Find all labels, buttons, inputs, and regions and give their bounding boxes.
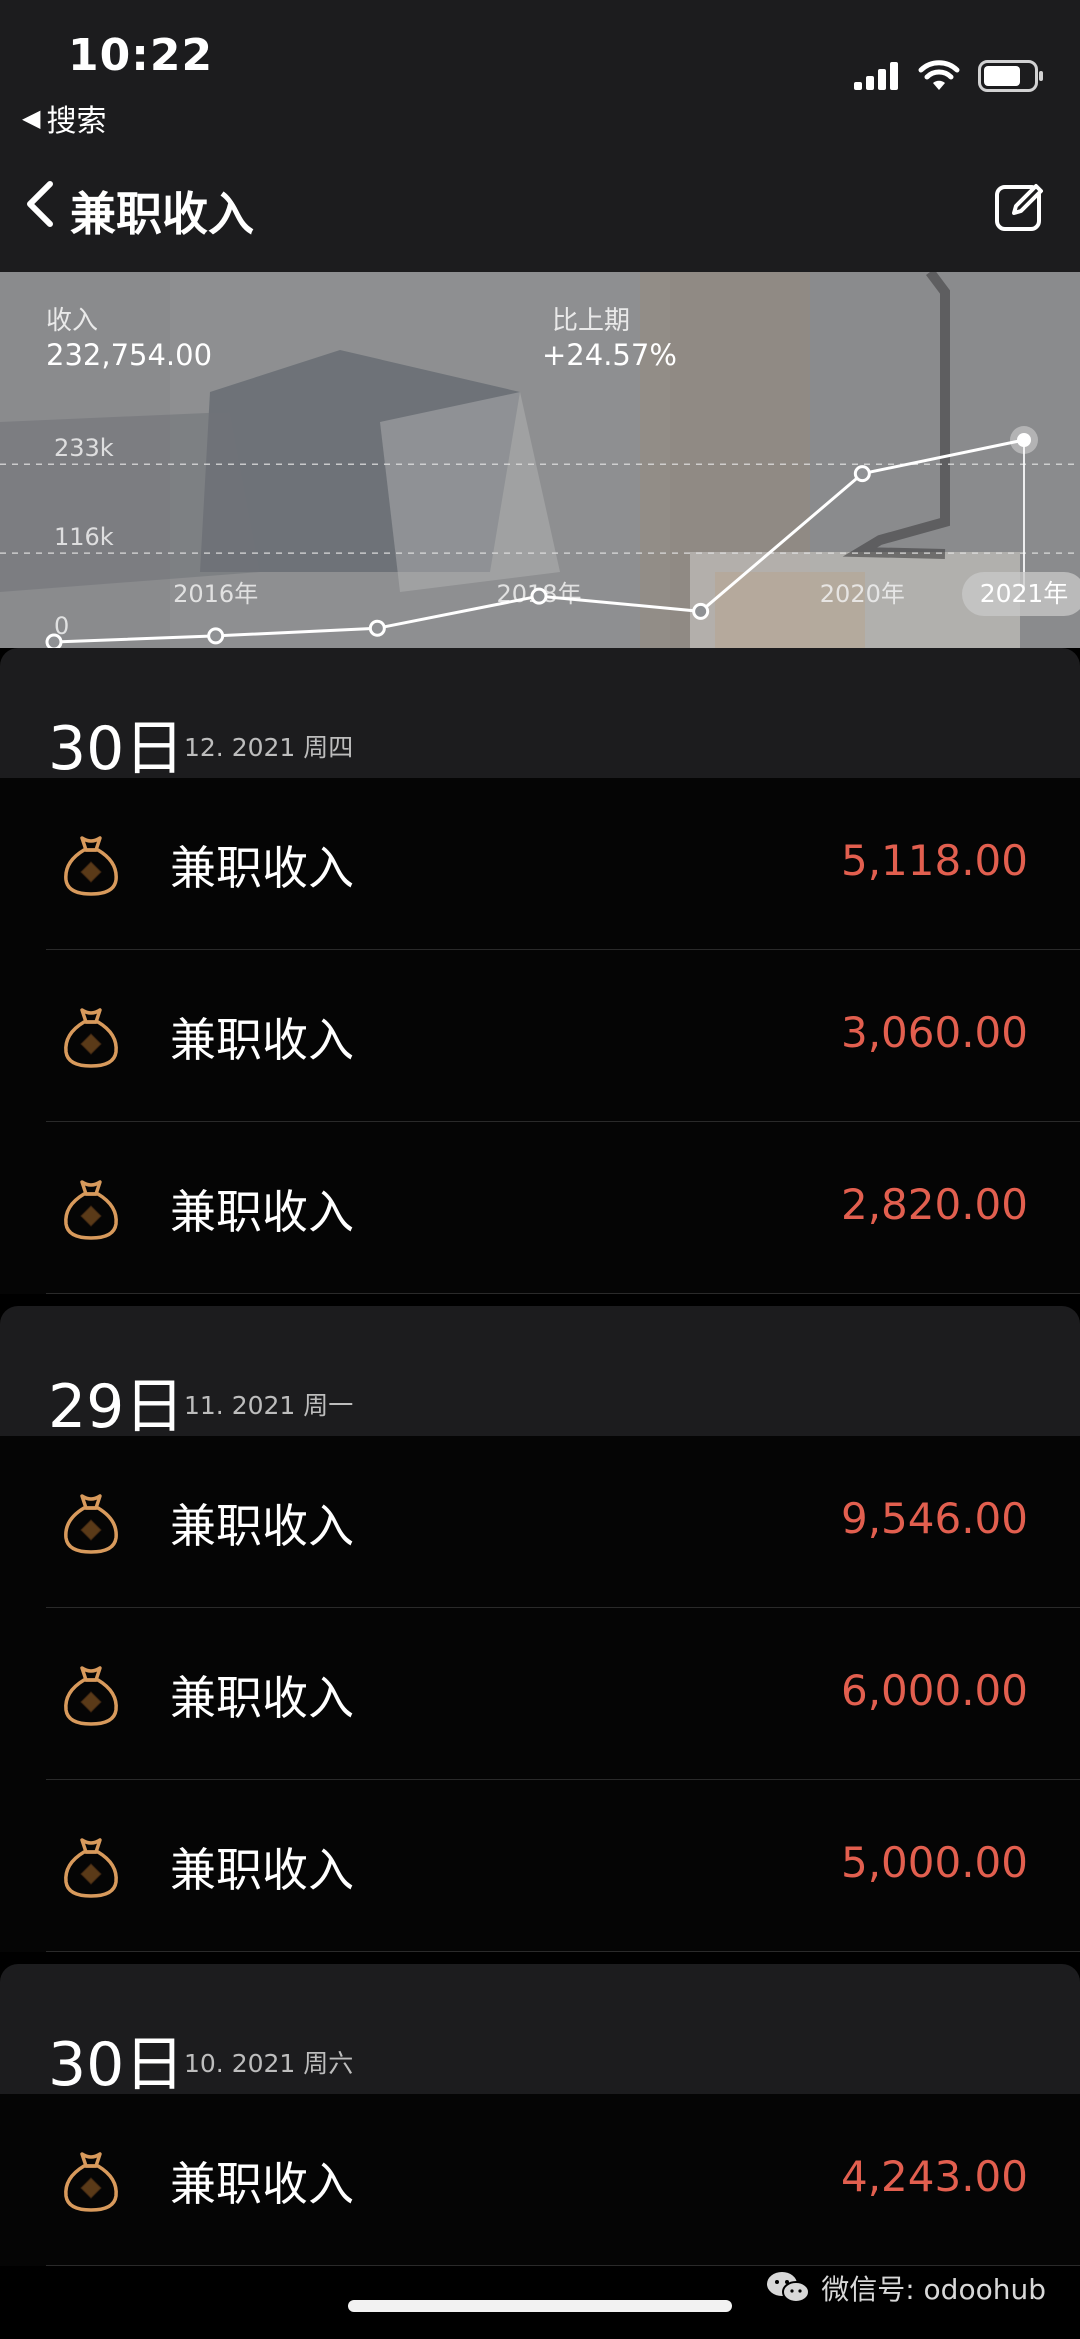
status-icons	[854, 60, 1044, 92]
row-divider	[46, 1293, 1080, 1294]
transaction-amount: 3,060.00	[840, 1008, 1028, 1057]
transaction-name: 兼职收入	[170, 1013, 354, 1067]
transaction-amount: 5,118.00	[840, 836, 1028, 885]
battery-icon	[978, 60, 1043, 92]
data-point	[368, 619, 386, 637]
page-title: 兼职收入	[70, 187, 254, 241]
navigation-bar: 兼职收入	[0, 140, 1080, 272]
transaction-row[interactable]: 兼职收入 5,000.00	[0, 1780, 1080, 1952]
transaction-amount: 5,000.00	[840, 1838, 1028, 1887]
transaction-row[interactable]: 兼职收入 2,820.00	[0, 1122, 1080, 1294]
x-tick-label: 2016年	[173, 580, 258, 608]
income-chart-panel: 收入 232,754.00 比上期 +24.57% 233k 116k 0 2016年…	[0, 272, 1080, 648]
section-date-meta: 10. 2021 周六	[184, 2049, 354, 2078]
data-point	[45, 633, 63, 648]
back-to-search-link[interactable]: ◀ 搜索	[22, 96, 106, 140]
status-time: 10:22	[68, 30, 214, 81]
money-bag-icon	[64, 1494, 118, 1554]
money-bag-icon	[64, 1180, 118, 1240]
data-point	[853, 465, 871, 483]
data-point	[692, 602, 710, 620]
data-point	[1017, 433, 1031, 447]
transaction-name: 兼职收入	[170, 841, 354, 895]
series-line	[53, 438, 1025, 644]
watermark-text: 微信号: odoohub	[821, 2273, 1046, 2306]
edit-icon[interactable]	[994, 180, 1046, 232]
section-day: 29日	[48, 1372, 185, 1442]
transaction-amount: 6,000.00	[840, 1666, 1028, 1715]
transaction-name: 兼职收入	[170, 1185, 354, 1239]
transaction-amount: 2,820.00	[840, 1180, 1028, 1229]
money-bag-icon	[64, 1008, 118, 1068]
transaction-row[interactable]: 兼职收入 6,000.00	[0, 1608, 1080, 1780]
wechat-icon	[767, 2272, 811, 2303]
row-divider	[46, 1951, 1080, 1952]
date-section-header: 29日 11. 2021 周一	[0, 1306, 1080, 1442]
section-date-meta: 12. 2021 周四	[184, 733, 354, 762]
transaction-row[interactable]: 兼职收入 9,546.00	[0, 1436, 1080, 1608]
date-section-header: 30日 12. 2021 周四	[0, 648, 1080, 784]
home-indicator[interactable]	[348, 2300, 732, 2312]
back-triangle-icon: ◀	[22, 104, 41, 132]
wifi-icon	[918, 60, 960, 90]
transaction-row[interactable]: 兼职收入 5,118.00	[0, 778, 1080, 950]
watermark: 微信号: odoohub	[765, 2268, 1046, 2308]
money-bag-icon	[64, 1838, 118, 1898]
transaction-amount: 4,243.00	[840, 2152, 1028, 2201]
transaction-name: 兼职收入	[170, 1499, 354, 1553]
x-tick-label: 2020年	[820, 580, 905, 608]
cellular-signal-icon	[854, 62, 898, 90]
income-line-chart[interactable]: 233k116k02016年2018年2020年2021年	[0, 272, 1080, 648]
selected-year-label: 2021年	[980, 579, 1069, 608]
money-bag-icon	[64, 1666, 118, 1726]
back-to-search-label: 搜索	[46, 104, 107, 139]
money-bag-icon	[64, 836, 118, 896]
data-point	[530, 587, 548, 605]
transaction-row[interactable]: 兼职收入 4,243.00	[0, 2094, 1080, 2266]
transaction-amount: 9,546.00	[840, 1494, 1028, 1543]
data-point	[207, 627, 225, 645]
transaction-row[interactable]: 兼职收入 3,060.00	[0, 950, 1080, 1122]
y-tick-label: 116k	[54, 523, 114, 551]
transaction-name: 兼职收入	[170, 1843, 354, 1897]
y-tick-label: 233k	[54, 434, 114, 462]
transaction-name: 兼职收入	[170, 1671, 354, 1725]
section-day: 30日	[48, 714, 185, 784]
date-section-header: 30日 10. 2021 周六	[0, 1964, 1080, 2100]
status-bar: 10:22 ◀ 搜索	[0, 0, 1080, 140]
transaction-name: 兼职收入	[170, 2157, 354, 2211]
money-bag-icon	[64, 2152, 118, 2212]
row-divider	[46, 2265, 1080, 2266]
back-chevron-icon[interactable]	[20, 180, 60, 228]
section-date-meta: 11. 2021 周一	[184, 1391, 354, 1420]
section-day: 30日	[48, 2030, 185, 2100]
